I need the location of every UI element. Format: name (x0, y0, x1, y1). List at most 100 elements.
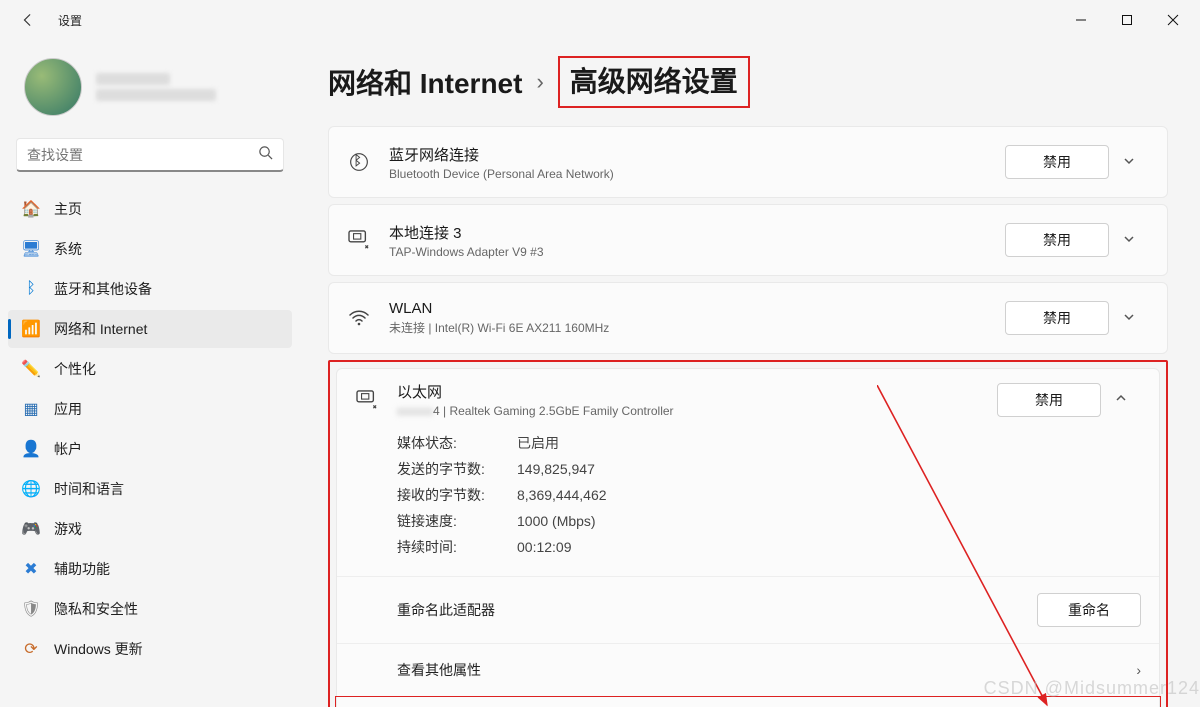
stat-row: 发送的字节数:149,825,947 (397, 456, 1141, 482)
nav-icon: 📶 (22, 320, 40, 338)
adapter-title: WLAN (389, 300, 1005, 317)
nav-label: 个性化 (54, 359, 96, 379)
ethernet-title: 以太网 (397, 381, 997, 402)
nav-item-5[interactable]: ▦应用 (8, 390, 292, 428)
nav-item-6[interactable]: 👤 帐户 (8, 430, 292, 468)
nav-label: 蓝牙和其他设备 (54, 279, 152, 299)
nav-icon: 👤 (22, 440, 40, 458)
nav-item-1[interactable]: 🖥 系统 (8, 230, 292, 268)
nav-icon: 🌐 (22, 480, 40, 498)
stat-row: 链接速度:1000 (Mbps) (397, 508, 1141, 534)
ethernet-highlight: 以太网 xxxxxx4 | Realtek Gaming 2.5GbE Fami… (328, 360, 1168, 707)
nav-label: 主页 (54, 199, 82, 219)
chevron-down-icon[interactable] (1109, 155, 1149, 170)
nav-label: 网络和 Internet (54, 319, 147, 339)
search-input-wrap[interactable] (16, 138, 284, 172)
close-button[interactable] (1150, 4, 1196, 36)
ethernet-disable-button[interactable]: 禁用 (997, 383, 1101, 417)
avatar (24, 58, 82, 116)
stat-key: 媒体状态: (397, 430, 517, 456)
search-icon (258, 145, 273, 165)
nav-icon: ⟳ (22, 640, 40, 658)
window-title: 设置 (58, 12, 82, 29)
nav-label: Windows 更新 (54, 639, 143, 659)
stat-key: 链接速度: (397, 508, 517, 534)
adapter-title: 本地连接 3 (389, 222, 1005, 243)
minimize-button[interactable] (1058, 4, 1104, 36)
watermark: CSDN @Midsummer124 (984, 678, 1200, 699)
rename-label: 重命名此适配器 (397, 600, 495, 620)
stat-key: 持续时间: (397, 534, 517, 560)
nav-item-10[interactable]: 🛡 隐私和安全性 (8, 590, 292, 628)
chevron-down-icon[interactable] (1109, 311, 1149, 326)
disable-button[interactable]: 禁用 (1005, 223, 1109, 257)
disable-button[interactable]: 禁用 (1005, 301, 1109, 335)
adapter-icon (347, 230, 371, 250)
stat-key: 接收的字节数: (397, 482, 517, 508)
profile-block[interactable] (8, 40, 292, 134)
stat-row: 持续时间:00:12:09 (397, 534, 1141, 560)
sidebar: 🏠 主页 🖥 系统 ᛒ 蓝牙和其他设备 📶 网络和 Internet ✏️ 个性化 ▦应用 👤 帐户 🌐 时… (0, 40, 300, 707)
nav-item-0[interactable]: 🏠 主页 (8, 190, 292, 228)
adapter-sub: Bluetooth Device (Personal Area Network) (389, 167, 1005, 181)
chevron-down-icon[interactable] (1109, 233, 1149, 248)
nav-icon: 🖥 (22, 240, 40, 258)
nav-icon: 🛡 (22, 600, 40, 618)
titlebar: 设置 (0, 0, 1200, 40)
view-other-label: 查看其他属性 (397, 660, 481, 680)
chevron-up-icon[interactable] (1101, 392, 1141, 407)
adapter-title: 蓝牙网络连接 (389, 144, 1005, 165)
username-redacted (96, 73, 170, 85)
breadcrumb-network[interactable]: 网络和 Internet (328, 62, 522, 102)
maximize-button[interactable] (1104, 4, 1150, 36)
ethernet-sub: xxxxxx4 | Realtek Gaming 2.5GbE Family C… (397, 404, 997, 418)
ethernet-stats: 媒体状态:已启用发送的字节数:149,825,947接收的字节数:8,369,4… (337, 428, 1159, 576)
nav-icon: ▦ (22, 400, 40, 418)
adapter-card-2: WLAN 未连接 | Intel(R) Wi-Fi 6E AX211 160MH… (328, 282, 1168, 354)
adapter-icon (347, 310, 371, 326)
disable-button[interactable]: 禁用 (1005, 145, 1109, 179)
email-redacted (96, 89, 216, 101)
stat-row: 接收的字节数:8,369,444,462 (397, 482, 1141, 508)
breadcrumb-advanced: 高级网络设置 (558, 56, 750, 108)
nav-item-9[interactable]: ✖ 辅助功能 (8, 550, 292, 588)
stat-row: 媒体状态:已启用 (397, 430, 1141, 456)
nav-item-4[interactable]: ✏️ 个性化 (8, 350, 292, 388)
nav-icon: 🏠 (22, 200, 40, 218)
nav-item-7[interactable]: 🌐 时间和语言 (8, 470, 292, 508)
nav-icon: ✖ (22, 560, 40, 578)
rename-button[interactable]: 重命名 (1037, 593, 1141, 627)
search-input[interactable] (27, 147, 258, 163)
adapter-sub: 未连接 | Intel(R) Wi-Fi 6E AX211 160MHz (389, 319, 1005, 336)
stat-value: 8,369,444,462 (517, 482, 1141, 508)
chevron-right-icon: › (1136, 662, 1141, 678)
nav-item-8[interactable]: 🎮游戏 (8, 510, 292, 548)
stat-key: 发送的字节数: (397, 456, 517, 482)
stat-value: 149,825,947 (517, 456, 1141, 482)
adapter-icon (347, 152, 371, 172)
nav-label: 隐私和安全性 (54, 599, 138, 619)
nav-label: 游戏 (54, 519, 82, 539)
nav-label: 辅助功能 (54, 559, 110, 579)
rename-row: 重命名此适配器 重命名 (337, 576, 1159, 643)
breadcrumb: 网络和 Internet › 高级网络设置 (328, 56, 1168, 108)
nav-icon: ✏️ (22, 360, 40, 378)
nav-icon: ᛒ (22, 280, 40, 298)
nav-list: 🏠 主页 🖥 系统 ᛒ 蓝牙和其他设备 📶 网络和 Internet ✏️ 个性化 ▦应用 👤 帐户 🌐 时… (8, 190, 292, 668)
stat-value: 1000 (Mbps) (517, 508, 1141, 534)
nav-label: 帐户 (54, 439, 82, 459)
nav-label: 系统 (54, 239, 82, 259)
adapter-card-ethernet: 以太网 xxxxxx4 | Realtek Gaming 2.5GbE Fami… (336, 368, 1160, 707)
adapter-card-1: 本地连接 3 TAP-Windows Adapter V9 #3 禁用 (328, 204, 1168, 276)
stat-value: 已启用 (517, 430, 1141, 456)
chevron-right-icon: › (536, 69, 543, 95)
stat-value: 00:12:09 (517, 534, 1141, 560)
nav-item-2[interactable]: ᛒ 蓝牙和其他设备 (8, 270, 292, 308)
main-content: 网络和 Internet › 高级网络设置 蓝牙网络连接 Bluetooth D… (300, 40, 1200, 707)
adapter-card-0: 蓝牙网络连接 Bluetooth Device (Personal Area N… (328, 126, 1168, 198)
nav-item-3[interactable]: 📶 网络和 Internet (8, 310, 292, 348)
back-button[interactable] (12, 4, 44, 36)
adapter-sub: TAP-Windows Adapter V9 #3 (389, 245, 1005, 259)
nav-item-11[interactable]: ⟳ Windows 更新 (8, 630, 292, 668)
nav-label: 时间和语言 (54, 479, 124, 499)
